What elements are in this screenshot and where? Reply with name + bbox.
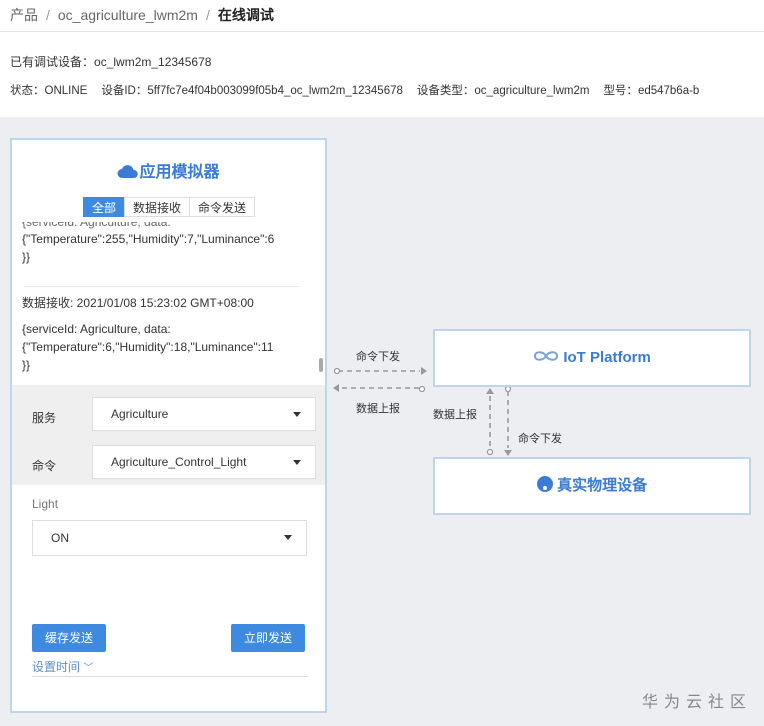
data-up-label-vertical: 数据上报 bbox=[433, 409, 477, 421]
command-down-label-vertical: 命令下发 bbox=[518, 433, 562, 445]
command-down-label: 命令下发 bbox=[356, 351, 400, 363]
iot-platform-box: IoT Platform bbox=[433, 329, 751, 387]
watermark: 华为云社区 bbox=[641, 694, 752, 711]
iot-platform-logo-icon bbox=[534, 351, 559, 361]
data-up-label: 数据上报 bbox=[356, 403, 400, 415]
physical-device-box: 真实物理设备 bbox=[433, 457, 751, 515]
device-icon bbox=[536, 476, 553, 492]
